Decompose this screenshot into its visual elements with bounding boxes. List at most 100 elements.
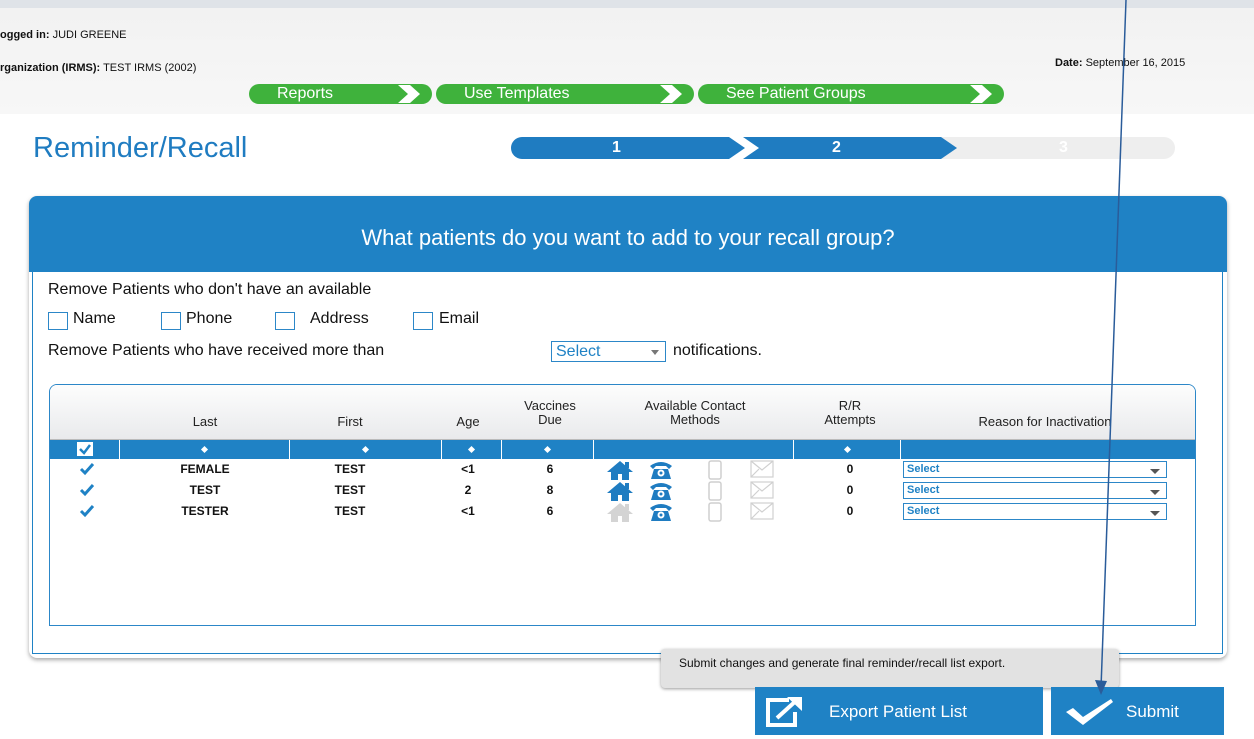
notification-count-value: Select [556, 343, 601, 360]
cell-age: <1 [461, 462, 475, 476]
cell-first: TEST [334, 483, 366, 497]
organization-info: rganization (IRMS): TEST IRMS (2002) [0, 62, 196, 74]
cell-first: TEST [334, 462, 366, 476]
step-2: 2 [832, 139, 841, 156]
home-icon [607, 503, 633, 522]
col-rr-attempts-line1: R/R [838, 398, 862, 413]
col-vaccines-due-line1: Vaccines [524, 398, 576, 413]
cell-age: <1 [461, 504, 475, 518]
email-checkbox[interactable] [413, 312, 433, 330]
date-label: Date: [1055, 57, 1083, 69]
top-bar [0, 0, 1254, 8]
remove-received-text: Remove Patients who have received more t… [48, 342, 385, 359]
cell-vaccines-due: 6 [546, 504, 554, 518]
remove-unavailable-text: Remove Patients who don't have an availa… [48, 281, 372, 298]
col-vaccines-due[interactable]: Vaccines Due [505, 399, 595, 427]
col-age[interactable]: Age [443, 415, 493, 429]
mobile-icon [708, 502, 722, 522]
chevron-right-icon [660, 85, 682, 103]
cell-rr-attempts: 0 [846, 483, 854, 497]
select-all-checkbox-icon[interactable] [77, 442, 93, 456]
export-label: Export Patient List [829, 702, 967, 721]
phone-icon[interactable] [648, 502, 674, 522]
export-patient-list-button[interactable]: Export Patient List [755, 687, 1043, 735]
col-contact-methods-line2: Methods [670, 412, 720, 427]
reason-select-value: Select [907, 463, 940, 475]
see-patient-groups-label: See Patient Groups [726, 85, 866, 102]
panel-question: What patients do you want to add to your… [29, 196, 1227, 272]
reason-select-value: Select [907, 505, 940, 517]
col-rr-attempts[interactable]: R/R Attempts [805, 399, 895, 427]
col-first[interactable]: First [295, 415, 405, 429]
col-vaccines-due-line2: Due [538, 412, 562, 427]
patient-table: Last First Age Vaccines Due Available Co… [49, 384, 1196, 626]
reason-select[interactable]: Select [903, 482, 1167, 499]
submit-label: Submit [1126, 702, 1179, 721]
phone-checkbox[interactable] [161, 312, 181, 330]
reason-select[interactable]: Select [903, 503, 1167, 520]
email-checkbox-label: Email [439, 310, 480, 327]
dropdown-arrow-icon [1150, 490, 1160, 495]
phone-icon[interactable] [648, 481, 674, 501]
table-filter-row [50, 440, 1195, 459]
table-header: Last First Age Vaccines Due Available Co… [50, 385, 1195, 440]
address-checkbox-label: Address [310, 310, 369, 327]
dropdown-arrow-icon [1150, 511, 1160, 516]
page-title: Reminder/Recall [33, 132, 248, 164]
cell-last: FEMALE [180, 462, 230, 476]
submit-tooltip: Submit changes and generate final remind… [661, 649, 1119, 696]
row-select-checkbox[interactable] [79, 462, 95, 476]
date-value: September 16, 2015 [1085, 57, 1186, 69]
cell-age: 2 [464, 483, 472, 497]
reports-label: Reports [277, 85, 334, 102]
filter-age[interactable] [442, 440, 502, 459]
cell-last: TESTER [181, 504, 229, 518]
row-select-checkbox[interactable] [79, 483, 95, 497]
home-icon[interactable] [606, 481, 634, 501]
cell-vaccines-due: 8 [546, 483, 554, 497]
table-row[interactable]: TESTER TEST <1 6 0 Select [50, 501, 1195, 522]
filter-last[interactable] [120, 440, 290, 459]
notifications-suffix: notifications. [673, 342, 762, 359]
see-patient-groups-button[interactable]: See Patient Groups [698, 84, 1004, 104]
table-row[interactable]: TEST TEST 2 8 0 Select [50, 480, 1195, 501]
use-templates-label: Use Templates [464, 85, 570, 102]
filter-rr-attempts[interactable] [794, 440, 901, 459]
step-1: 1 [612, 139, 621, 156]
row-select-checkbox[interactable] [79, 504, 95, 518]
submit-button[interactable]: Submit [1051, 687, 1224, 735]
cell-vaccines-due: 6 [546, 462, 554, 476]
chevron-right-icon [398, 85, 420, 103]
tooltip-text: Submit changes and generate final remind… [679, 656, 1006, 670]
col-reason-inactivation[interactable]: Reason for Inactivation [905, 415, 1185, 429]
logged-in-user: JUDI GREENE [52, 29, 127, 41]
address-checkbox[interactable] [275, 312, 295, 330]
table-row[interactable]: FEMALE TEST <1 6 0 Select [50, 459, 1195, 480]
col-contact-methods-line1: Available Contact [644, 398, 746, 413]
filter-vaccines-due[interactable] [502, 440, 594, 459]
mobile-icon [708, 460, 722, 480]
use-templates-button[interactable]: Use Templates [436, 84, 694, 104]
phone-icon[interactable] [648, 460, 674, 480]
filter-reason[interactable] [901, 440, 1195, 459]
name-checkbox-label: Name [73, 310, 116, 327]
home-icon[interactable] [606, 460, 634, 480]
chevron-right-icon [970, 85, 992, 103]
checkmark-icon [1066, 699, 1113, 725]
col-contact-methods[interactable]: Available Contact Methods [610, 399, 780, 427]
dropdown-arrow-icon [651, 350, 659, 355]
name-checkbox[interactable] [48, 312, 68, 330]
email-icon [750, 502, 774, 520]
logged-in-info: ogged in: JUDI GREENE [0, 29, 127, 41]
cell-rr-attempts: 0 [846, 462, 854, 476]
reason-select[interactable]: Select [903, 461, 1167, 478]
notification-count-select[interactable]: Select [551, 341, 666, 362]
filter-contact-methods[interactable] [594, 440, 794, 459]
email-icon [750, 481, 774, 499]
select-all-cell [50, 440, 120, 459]
filter-first[interactable] [290, 440, 442, 459]
cell-first: TEST [334, 504, 366, 518]
col-last[interactable]: Last [145, 415, 265, 429]
organization-value: TEST IRMS (2002) [103, 62, 197, 74]
reports-button[interactable]: Reports [249, 84, 432, 104]
